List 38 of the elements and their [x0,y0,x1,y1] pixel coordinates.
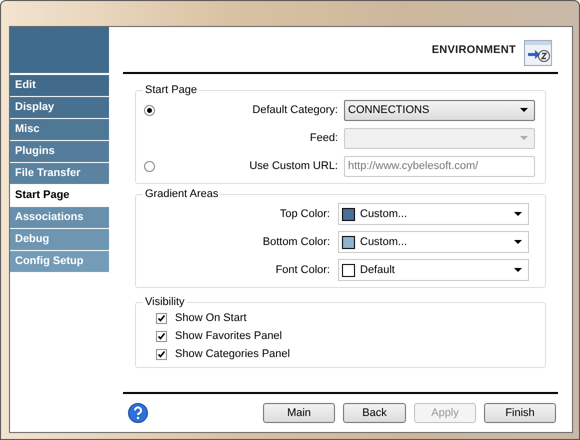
sidebar-item[interactable]: Debug [10,229,109,251]
sidebar-item[interactable]: Config Setup [10,251,109,273]
field-label: Font Color: [274,262,330,278]
group-title: Start Page [143,83,199,97]
checkbox[interactable] [156,312,167,324]
color-dropdown[interactable]: Default [338,259,529,281]
checkbox-label: Show Favorites Panel [175,328,282,344]
dropdown[interactable]: CONNECTIONS [344,100,535,120]
dropdown-arrow-icon [514,240,522,244]
sidebar-item[interactable]: Display [10,97,109,119]
environment-icon [524,40,552,66]
radio-button[interactable] [144,104,155,116]
dropdown-arrow-icon [514,268,522,272]
dropdown-arrow-icon [514,212,522,216]
dialog-button[interactable]: Back [343,403,406,423]
checkbox-label: Show Categories Panel [175,346,290,362]
field-label: Bottom Color: [262,234,330,250]
dialog-button[interactable]: Finish [484,403,556,423]
help-icon[interactable] [128,403,148,423]
checkbox[interactable] [156,330,167,342]
sidebar-item[interactable]: Edit [10,75,109,97]
dropdown-arrow-icon [520,108,528,112]
dropdown-arrow-icon [520,136,528,140]
field-label: Top Color: [278,206,330,222]
section-title: ENVIRONMENT [432,42,516,58]
sidebar-item[interactable]: File Transfer [10,163,109,185]
field-label: Feed: [308,130,338,146]
sidebar-item[interactable]: Plugins [10,141,109,163]
checkbox[interactable] [156,348,167,360]
field-label: Default Category: [251,102,338,118]
checkbox-label: Show On Start [175,310,247,326]
sidebar-item[interactable]: Misc [10,119,109,141]
group-title: Visibility [143,295,187,309]
dialog-button[interactable]: Main [263,403,335,423]
color-dropdown[interactable]: Custom... [338,231,529,253]
sidebar-item[interactable]: Associations [10,207,109,229]
field-label: Use Custom URL: [248,158,338,174]
color-dropdown[interactable]: Custom... [338,203,529,225]
